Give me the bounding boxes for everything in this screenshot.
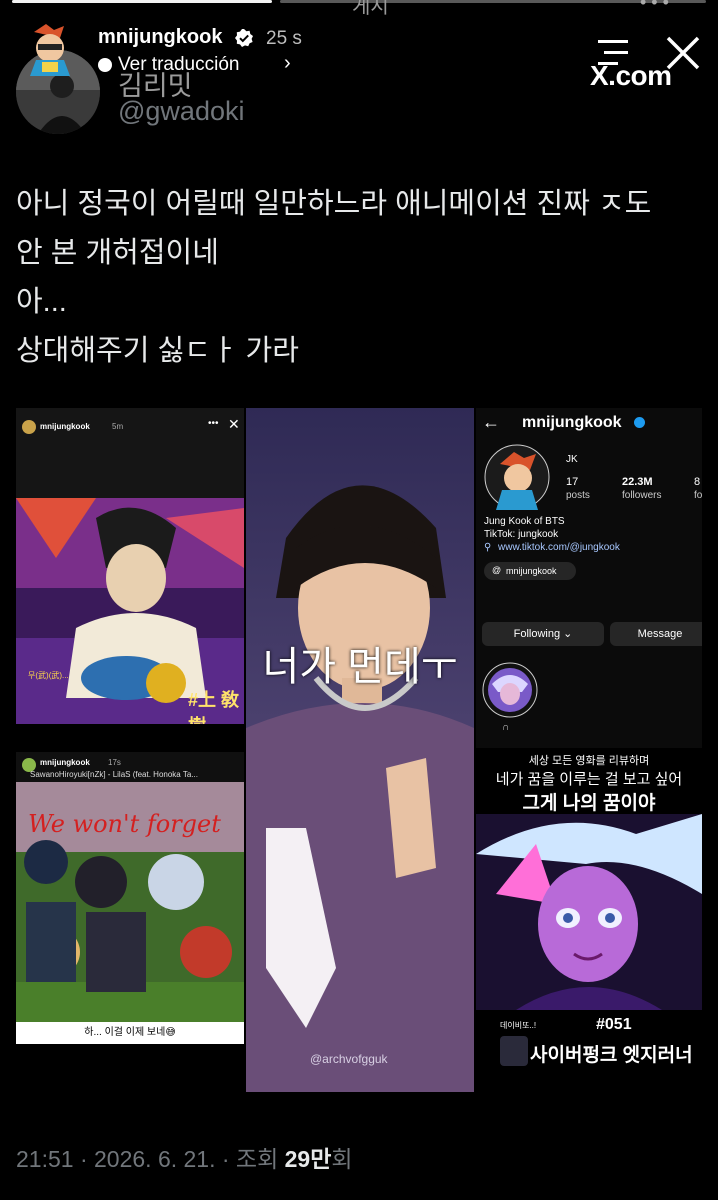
tweet-author-handle[interactable]: @gwadoki — [118, 96, 244, 127]
profile-username: mnijungkook — [522, 414, 622, 431]
ghost-header-text: 게시 — [352, 0, 389, 18]
story-avatar[interactable] — [24, 22, 74, 76]
back-arrow-icon[interactable]: ← — [482, 412, 500, 433]
person-photo — [246, 408, 474, 1092]
cyber-line-1: 세상 모든 영화를 리뷰하며 — [528, 755, 650, 767]
tweet-views-suffix: 회 — [331, 1146, 353, 1172]
cyber-line-3: 그게 나의 꿈이야 — [522, 793, 656, 814]
profile-avatar[interactable] — [484, 444, 550, 510]
threads-badge[interactable]: @ mnijungkook — [484, 562, 576, 580]
chevron-right-icon[interactable]: › — [284, 52, 291, 75]
followers-label: followers — [622, 490, 662, 501]
tweet-text: 아니 정국이 어릴때 일만하느라 애니메이션 진짜 ㅈ도 안 본 개허접이네 아… — [16, 188, 652, 367]
headphones-icon: ∩ — [502, 722, 510, 733]
center-watermark: @archvofgguk — [310, 1052, 388, 1066]
cyber-number: #051 — [596, 1016, 632, 1033]
bio-line-2: TikTok: jungkook — [484, 529, 559, 540]
collage-profile-screen[interactable]: ← mnijungkook JK 17 posts 22.3M follower… — [476, 408, 702, 748]
posts-label: posts — [566, 490, 590, 501]
ig1-username: mnijungkook — [40, 422, 90, 431]
collage-story-anime-2[interactable]: mnijungkook 17s SawanoHiroyuki[nZk] - Li… — [16, 752, 244, 1044]
tweet-timestamp: 21:51 · 2026. 6. 21. · 조회 — [16, 1146, 285, 1172]
cyber-line-2: 네가 꿈을 이루는 걸 보고 싶어 — [495, 771, 683, 788]
close-icon[interactable]: ✕ — [228, 416, 240, 433]
ig2-time: 17s — [108, 758, 121, 767]
profile-link[interactable]: www.tiktok.com/@jungkook — [498, 542, 620, 553]
ig1-time: 5m — [112, 422, 124, 431]
ig2-music: SawanoHiroyuki[nZk] - LilaS (feat. Honok… — [30, 770, 198, 779]
tweet-meta: 21:51 · 2026. 6. 21. · 조회 29만회 — [16, 1140, 353, 1174]
ig2-caption: 하... 이걸 이제 보네😅 — [84, 1027, 176, 1038]
threads-icon: @ — [492, 565, 502, 575]
cyber-channel: 데이비또..! — [500, 1021, 537, 1030]
bio-line-1: Jung Kook of BTS — [484, 516, 565, 527]
collage-center-photo[interactable]: 너가 먼데ㅜ @archvofgguk — [246, 408, 474, 1092]
cyber-title: 사이버펑크 엣지러너 — [530, 1045, 693, 1066]
translate-globe-icon — [98, 58, 112, 72]
more-icon[interactable]: • • • — [640, 0, 669, 13]
message-button[interactable]: Message — [610, 622, 702, 646]
ig2-username: mnijungkook — [40, 758, 90, 767]
profile-name: JK — [566, 454, 578, 465]
link-icon: ⚲ — [484, 542, 492, 553]
ig2-caption-bar: 하... 이걸 이제 보네😅 — [16, 1022, 244, 1044]
story-progress-segment — [12, 0, 272, 3]
story-time: 25 s — [266, 28, 302, 49]
story-avatar-small — [22, 420, 36, 434]
following-button[interactable]: Following ⌄ — [482, 622, 604, 646]
translate-link[interactable]: Ver traducción — [118, 54, 239, 76]
ig2-overlay: We won't forget — [28, 810, 221, 838]
followers-count: 22.3M — [622, 476, 653, 488]
following-count: 8 — [694, 476, 701, 488]
center-overlay-text: 너가 먼데ㅜ — [262, 645, 458, 689]
tweet-views: 29만 — [284, 1146, 332, 1172]
cyberpunk-character-image — [476, 814, 702, 1010]
more-icon[interactable]: ••• — [208, 418, 219, 429]
x-com-watermark: X.com — [590, 60, 672, 91]
following-button-label: Following — [513, 628, 561, 640]
threads-handle: mnijungkook — [506, 566, 557, 576]
channel-avatar — [500, 1036, 528, 1066]
ig1-caption: #上 敎樹 — [188, 690, 240, 724]
following-label: fo — [694, 490, 702, 501]
verified-badge-icon — [235, 29, 253, 47]
posts-count: 17 — [566, 476, 579, 488]
highlight-thumbnail[interactable] — [482, 662, 538, 718]
story-username[interactable]: mnijungkook — [98, 26, 222, 49]
collage-cyberpunk[interactable]: 세상 모든 영화를 리뷰하며 네가 꿈을 이루는 걸 보고 싶어 그게 나의 꿈… — [476, 748, 702, 1074]
verified-badge-icon — [634, 417, 645, 428]
collage-story-anime-1[interactable]: mnijungkook 5m ••• ✕ 무(武)(武)... #上 敎樹 — [16, 408, 244, 724]
ig1-subtitle-decor: 무(武)(武)... — [28, 671, 69, 680]
